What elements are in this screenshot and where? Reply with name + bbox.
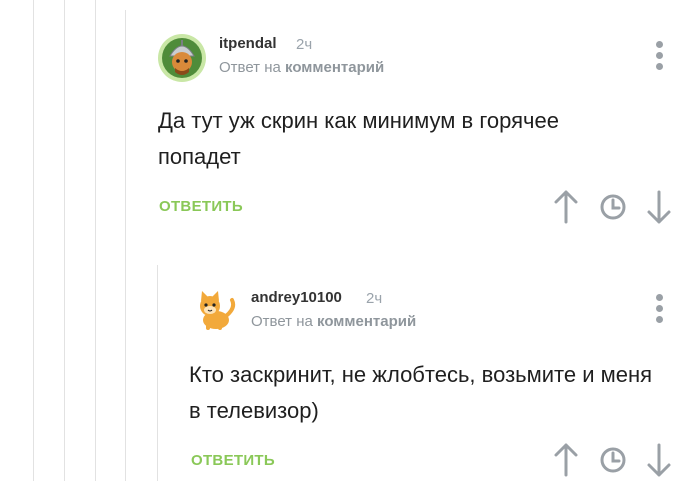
reply-meta: Ответ на комментарий	[219, 59, 384, 76]
comment-text: Кто заскринит, не жлобтесь, возьмите и м…	[189, 362, 653, 423]
reply-button[interactable]: ОТВЕТИТЬ	[191, 452, 275, 469]
knight-avatar-icon	[158, 34, 206, 82]
timestamp[interactable]: 2ч	[296, 36, 312, 53]
comment: andrey10100 2ч Ответ на комментарий Кто …	[0, 265, 700, 481]
clock-icon[interactable]	[597, 189, 629, 225]
upvote-arrow-icon[interactable]	[550, 442, 582, 478]
avatar[interactable]	[158, 34, 206, 82]
comment-text: Да тут уж скрин как минимум в горячее по…	[158, 108, 559, 169]
author-name[interactable]: andrey10100	[251, 289, 342, 306]
clock-icon[interactable]	[597, 442, 629, 478]
timestamp[interactable]: 2ч	[366, 290, 382, 307]
author-name[interactable]: itpendal	[219, 35, 277, 52]
comment: itpendal 2ч Ответ на комментарий Да тут …	[0, 0, 700, 240]
cat-avatar-icon	[200, 291, 236, 330]
avatar[interactable]	[190, 286, 238, 334]
upvote-arrow-icon[interactable]	[550, 189, 582, 225]
more-menu-icon[interactable]	[653, 294, 665, 326]
reply-meta: Ответ на комментарий	[251, 313, 416, 330]
reply-prefix: Ответ на	[219, 59, 281, 76]
downvote-arrow-icon[interactable]	[643, 189, 675, 225]
reply-target-link[interactable]: комментарий	[317, 313, 416, 330]
more-menu-icon[interactable]	[653, 41, 665, 73]
downvote-arrow-icon[interactable]	[643, 442, 675, 478]
reply-target-link[interactable]: комментарий	[285, 59, 384, 76]
reply-button[interactable]: ОТВЕТИТЬ	[159, 198, 243, 215]
reply-prefix: Ответ на	[251, 313, 313, 330]
